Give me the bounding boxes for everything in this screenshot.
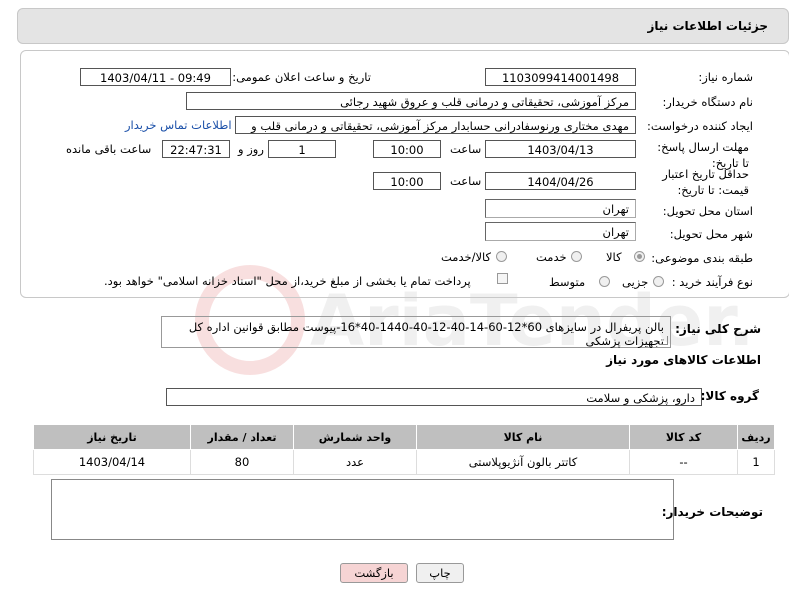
cell-qty: 80 <box>190 449 294 475</box>
col-header-name: نام کالا <box>416 424 630 450</box>
resize-grip-icon[interactable] <box>659 336 668 345</box>
category-option-goods: کالا <box>606 250 622 264</box>
category-label: طبقه بندی موضوعی: <box>651 251 753 265</box>
col-header-date: تاریخ نیاز <box>33 424 191 450</box>
province-label: استان محل تحویل: <box>662 204 753 218</box>
city-label: شهر محل تحویل: <box>669 227 753 241</box>
price-date-field: 1404/04/26 <box>485 172 636 190</box>
announce-field: 1403/04/11 - 09:49 <box>80 68 231 86</box>
process-option-minor: جزیی <box>622 275 649 289</box>
need-number-label: شماره نیاز: <box>698 70 753 84</box>
payment-checkbox[interactable] <box>497 273 508 284</box>
buyer-label: نام دستگاه خریدار: <box>662 95 753 109</box>
payment-text: پرداخت تمام یا بخشی از مبلغ خرید،از محل … <box>104 274 471 288</box>
goods-info-title: اطلاعات کالاهای مورد نیاز <box>606 353 761 367</box>
price-validity-label: حداقل تاریخ اعتبار قیمت: تا تاریخ: <box>662 167 749 197</box>
cell-date: 1403/04/14 <box>33 449 191 475</box>
buyer-contact-link[interactable]: اطلاعات تماس خریدار <box>125 118 232 132</box>
goods-table-header: ردیف کد کالا نام کالا واحد شمارش تعداد /… <box>33 424 775 450</box>
cell-row: 1 <box>737 449 775 475</box>
table-row: 1 -- کاتتر بالون آنژیوپلاستی عدد 80 1403… <box>33 449 775 475</box>
send-time-field: 10:00 <box>373 140 441 158</box>
goods-group-field: دارو، پزشکی و سلامت <box>166 388 702 406</box>
page-title-bar: جزئیات اطلاعات نیاز <box>17 8 789 44</box>
price-time-label: ساعت <box>450 174 482 188</box>
need-number-field: 1103099414001498 <box>485 68 636 86</box>
cell-unit: عدد <box>293 449 417 475</box>
category-option-both: کالا/خدمت <box>441 250 492 264</box>
buyer-notes-label: توضیحات خریدار: <box>661 505 763 519</box>
creator-label: ایجاد کننده درخواست: <box>647 119 753 133</box>
process-radio-medium[interactable] <box>599 276 610 287</box>
process-option-medium: متوسط <box>549 275 586 289</box>
col-header-unit: واحد شمارش <box>293 424 417 450</box>
cell-name: کاتتر بالون آنژیوپلاستی <box>416 449 630 475</box>
buyer-notes-field[interactable] <box>51 479 674 540</box>
general-desc-text: بالن پریفرال در سایزهای 60*12-60-14-40-1… <box>188 320 664 348</box>
creator-field: مهدی مختاری ورنوسفادرانی حسابدار مرکز آم… <box>235 116 636 134</box>
category-radio-goods[interactable] <box>634 251 645 262</box>
city-field: تهران <box>485 222 636 241</box>
cell-code: -- <box>629 449 738 475</box>
col-header-qty: تعداد / مقدار <box>190 424 294 450</box>
col-header-row: ردیف <box>737 424 775 450</box>
remaining-label: ساعت باقی مانده <box>66 142 152 156</box>
price-time-field: 10:00 <box>373 172 441 190</box>
announce-label: تاریخ و ساعت اعلان عمومی: <box>232 70 371 84</box>
days-label: روز و <box>238 142 264 156</box>
goods-table: ردیف کد کالا نام کالا واحد شمارش تعداد /… <box>33 424 775 475</box>
days-field: 1 <box>268 140 336 158</box>
print-button[interactable]: چاپ <box>416 563 464 583</box>
category-radio-both[interactable] <box>496 251 507 262</box>
send-time-label: ساعت <box>450 142 482 156</box>
buyer-field: مرکز آموزشی، تحقیقاتی و درمانی قلب و عرو… <box>186 92 636 110</box>
general-desc-field[interactable]: بالن پریفرال در سایزهای 60*12-60-14-40-1… <box>161 316 671 348</box>
province-field: تهران <box>485 199 636 218</box>
category-option-service: خدمت <box>536 250 567 264</box>
page-title: جزئیات اطلاعات نیاز <box>647 19 768 33</box>
remaining-time-field: 22:47:31 <box>162 140 230 158</box>
category-radio-service[interactable] <box>571 251 582 262</box>
col-header-code: کد کالا <box>629 424 738 450</box>
process-label: نوع فرآیند خرید : <box>671 275 753 289</box>
general-desc-label: شرح کلی نیاز: <box>675 322 761 336</box>
send-date-field: 1403/04/13 <box>485 140 636 158</box>
process-radio-minor[interactable] <box>653 276 664 287</box>
goods-group-label: گروه کالا: <box>700 389 759 403</box>
back-button[interactable]: بازگشت <box>340 563 408 583</box>
